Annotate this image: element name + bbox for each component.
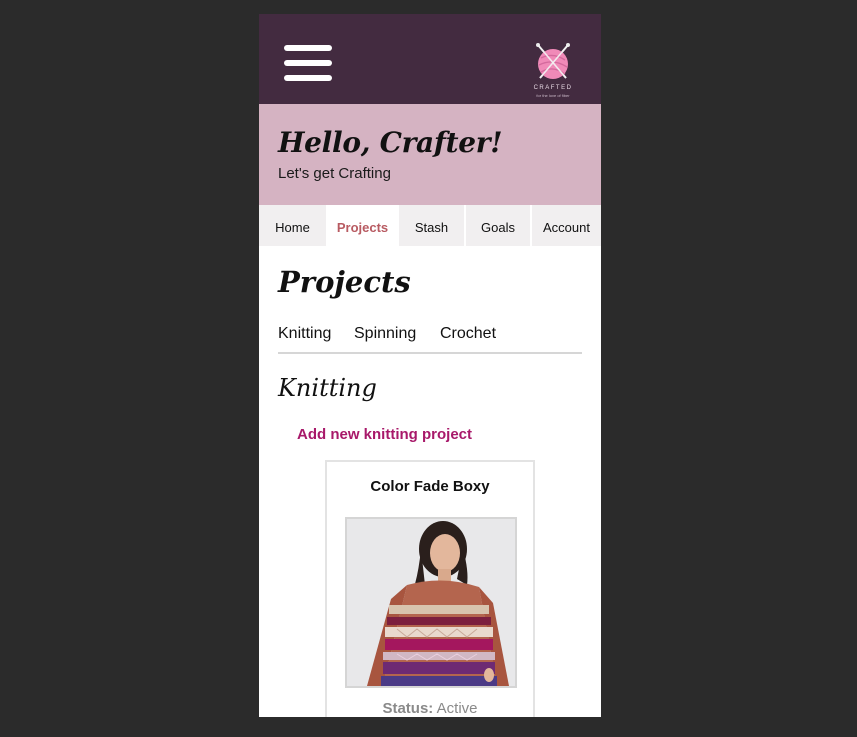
tab-account[interactable]: Account — [530, 205, 601, 246]
add-knitting-project-link[interactable]: Add new knitting project — [297, 426, 472, 443]
tab-projects[interactable]: Projects — [326, 205, 397, 246]
project-card[interactable]: Color Fade Boxy Status: Active — [325, 460, 535, 717]
main-tab-bar: Home Projects Stash Goals Account — [259, 205, 601, 246]
project-type-nav: Knitting Spinning Crochet — [278, 324, 582, 354]
project-title[interactable]: Color Fade Boxy — [327, 478, 533, 495]
tab-goals[interactable]: Goals — [464, 205, 530, 246]
crafted-logo[interactable]: CRAFTED for the love of fiber — [524, 42, 582, 100]
project-image — [347, 519, 515, 686]
tab-stash[interactable]: Stash — [397, 205, 464, 246]
greeting-subtitle: Let's get Crafting — [278, 165, 391, 182]
logo-text: CRAFTED — [533, 85, 573, 91]
subnav-spinning[interactable]: Spinning — [354, 325, 416, 343]
logo-tagline: for the love of fiber — [536, 93, 570, 98]
project-status: Status: Active — [327, 700, 533, 717]
yarn-ball-icon — [536, 43, 570, 79]
menu-icon[interactable] — [284, 45, 332, 81]
status-label: Status: — [382, 700, 434, 717]
subnav-crochet[interactable]: Crochet — [440, 325, 496, 343]
welcome-banner: Hello, Crafter! Let's get Crafting — [259, 104, 601, 205]
status-value: Active — [436, 700, 478, 717]
tab-home[interactable]: Home — [259, 205, 326, 246]
subnav-knitting[interactable]: Knitting — [278, 325, 331, 343]
app-frame: CRAFTED for the love of fiber Hello, Cra… — [259, 14, 601, 717]
greeting-heading: Hello, Crafter! — [278, 126, 503, 159]
project-photo[interactable] — [345, 517, 517, 688]
top-bar: CRAFTED for the love of fiber — [259, 14, 601, 104]
page-title: Projects — [278, 265, 411, 299]
section-title-knitting: Knitting — [278, 374, 377, 402]
